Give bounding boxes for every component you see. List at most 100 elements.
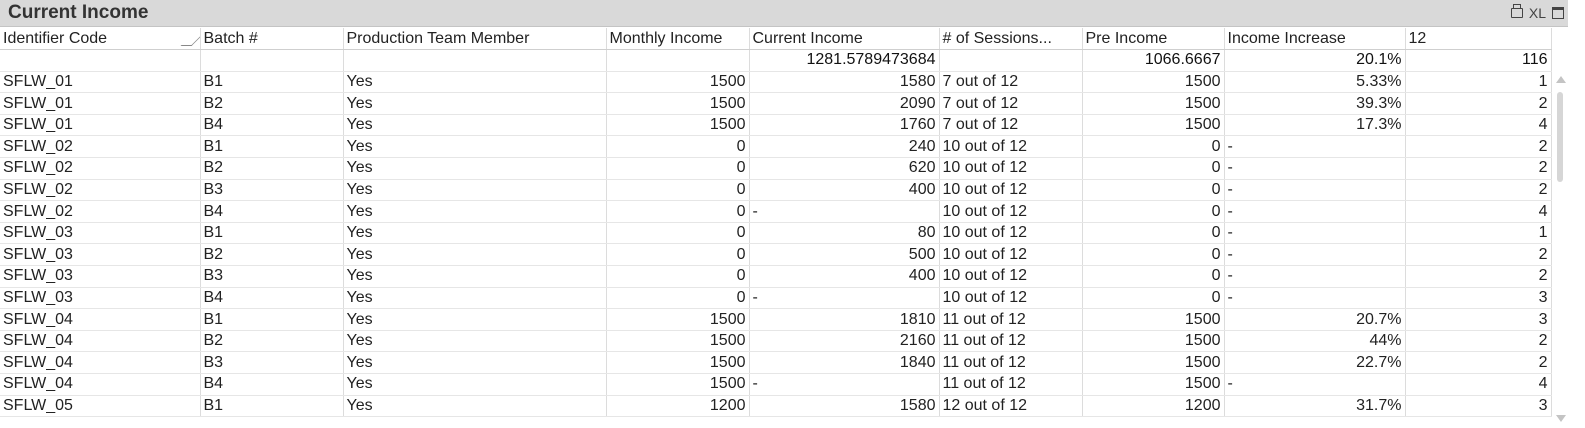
- table-cell[interactable]: Yes: [343, 71, 607, 94]
- table-cell[interactable]: 11 out of 12: [939, 351, 1083, 374]
- table-cell[interactable]: 1500: [1082, 330, 1225, 353]
- table-row[interactable]: SFLW_05 B1 Yes 1200 1580 12 out of 12 1200 31.7…: [0, 395, 1552, 418]
- table-cell[interactable]: 0: [606, 287, 750, 310]
- table-cell[interactable]: 1500: [606, 308, 750, 331]
- table-cell[interactable]: 1500: [606, 373, 750, 396]
- table-cell[interactable]: 10 out of 12: [939, 135, 1083, 159]
- table-cell[interactable]: 1500: [1082, 373, 1225, 396]
- table-cell[interactable]: SFLW_02: [0, 135, 201, 159]
- table-cell[interactable]: 2: [1405, 157, 1552, 180]
- table-cell[interactable]: Yes: [343, 287, 607, 310]
- table-cell[interactable]: -: [749, 373, 940, 396]
- table-cell[interactable]: 0: [606, 179, 750, 202]
- table-cell[interactable]: -: [1224, 287, 1406, 310]
- table-cell[interactable]: 2090: [749, 92, 940, 115]
- table-cell[interactable]: 1840: [749, 351, 940, 374]
- table-row[interactable]: SFLW_03 B2 Yes 0 500 10 out of 12 0-2: [0, 243, 1552, 267]
- table-cell[interactable]: B1: [200, 222, 344, 245]
- table-row[interactable]: SFLW_03 B1 Yes 0 80 10 out of 12 0-1: [0, 222, 1552, 245]
- table-cell[interactable]: 4: [1405, 114, 1552, 137]
- table-row[interactable]: SFLW_04 B2 Yes 1500 2160 11 out of 12 1500 44% 2: [0, 330, 1552, 353]
- table-cell[interactable]: 0: [606, 135, 750, 159]
- table-cell[interactable]: SFLW_02: [0, 179, 201, 202]
- table-cell[interactable]: -: [1224, 200, 1406, 223]
- table-cell[interactable]: -: [1224, 179, 1406, 202]
- scroll-down-icon[interactable]: [1556, 415, 1566, 422]
- table-cell[interactable]: 2: [1405, 330, 1552, 353]
- table-cell[interactable]: 17.3%: [1224, 114, 1406, 137]
- table-cell[interactable]: B1: [200, 71, 344, 94]
- table-cell[interactable]: 1580: [749, 71, 940, 94]
- table-cell[interactable]: SFLW_01: [0, 92, 201, 115]
- table-row[interactable]: SFLW_02 B1 Yes 0 240 10 out of 12 0-2: [0, 135, 1552, 159]
- table-cell[interactable]: 10 out of 12: [939, 200, 1083, 223]
- table-cell[interactable]: -: [749, 287, 940, 310]
- table-cell[interactable]: SFLW_04: [0, 351, 201, 374]
- table-cell[interactable]: -: [1224, 373, 1406, 396]
- table-cell[interactable]: 1500: [606, 330, 750, 353]
- table-cell[interactable]: 0: [606, 243, 750, 267]
- table-cell[interactable]: Yes: [343, 308, 607, 331]
- table-cell[interactable]: 5.33%: [1224, 71, 1406, 94]
- table-cell[interactable]: SFLW_02: [0, 200, 201, 223]
- table-cell[interactable]: Yes: [343, 179, 607, 202]
- table-cell[interactable]: 1500: [1082, 92, 1225, 115]
- table-cell[interactable]: 0: [1082, 287, 1225, 310]
- table-cell[interactable]: 0: [606, 265, 750, 288]
- table-cell[interactable]: 80: [749, 222, 940, 245]
- table-cell[interactable]: 620: [749, 157, 940, 180]
- column-header[interactable]: # of Sessions...: [939, 28, 1083, 51]
- table-cell[interactable]: Yes: [343, 243, 607, 267]
- table-cell[interactable]: Yes: [343, 114, 607, 137]
- scroll-thumb[interactable]: [1557, 92, 1563, 182]
- table-cell[interactable]: 20.7%: [1224, 308, 1406, 331]
- table-cell[interactable]: B2: [200, 243, 344, 267]
- table-cell[interactable]: 2: [1405, 265, 1552, 288]
- table-cell[interactable]: 1500: [1082, 114, 1225, 137]
- column-header[interactable]: 12: [1405, 28, 1552, 51]
- table-cell[interactable]: -: [1224, 243, 1406, 267]
- table-cell[interactable]: 1500: [1082, 351, 1225, 374]
- table-cell[interactable]: 1500: [606, 114, 750, 137]
- table-cell[interactable]: SFLW_03: [0, 222, 201, 245]
- table-cell[interactable]: 7 out of 12: [939, 71, 1083, 94]
- table-row[interactable]: SFLW_04 B1 Yes 1500 1810 11 out of 12 1500 20.7…: [0, 308, 1552, 331]
- table-cell[interactable]: 1200: [1082, 395, 1225, 418]
- table-cell[interactable]: 2160: [749, 330, 940, 353]
- table-cell[interactable]: B4: [200, 373, 344, 396]
- table-cell[interactable]: Yes: [343, 395, 607, 418]
- table-cell[interactable]: 0: [1082, 222, 1225, 245]
- table-cell[interactable]: 0: [606, 200, 750, 223]
- table-cell[interactable]: B1: [200, 308, 344, 331]
- table-cell[interactable]: 12 out of 12: [939, 395, 1083, 418]
- table-cell[interactable]: 0: [1082, 135, 1225, 159]
- table-cell[interactable]: 11 out of 12: [939, 308, 1083, 331]
- table-cell[interactable]: B4: [200, 114, 344, 137]
- table-cell[interactable]: SFLW_05: [0, 395, 201, 418]
- table-cell[interactable]: SFLW_02: [0, 157, 201, 180]
- table-cell[interactable]: 0: [1082, 243, 1225, 267]
- column-header[interactable]: Production Team Member: [343, 28, 607, 51]
- table-cell[interactable]: 7 out of 12: [939, 92, 1083, 115]
- column-header[interactable]: Pre Income: [1082, 28, 1225, 51]
- table-cell[interactable]: 2: [1405, 179, 1552, 202]
- table-cell[interactable]: B1: [200, 395, 344, 418]
- table-row[interactable]: SFLW_01 B4 Yes 1500 1760 7 out of 12 1500 17.3%…: [0, 114, 1552, 137]
- table-cell[interactable]: -: [1224, 135, 1406, 159]
- table-cell[interactable]: 0: [606, 222, 750, 245]
- table-cell[interactable]: 31.7%: [1224, 395, 1406, 418]
- table-cell[interactable]: 3: [1405, 287, 1552, 310]
- vertical-scrollbar[interactable]: [1552, 72, 1568, 426]
- table-cell[interactable]: 3: [1405, 308, 1552, 331]
- table-cell[interactable]: 1760: [749, 114, 940, 137]
- column-header[interactable]: Monthly Income: [606, 28, 750, 51]
- table-cell[interactable]: 3: [1405, 395, 1552, 418]
- table-cell[interactable]: 2: [1405, 135, 1552, 159]
- table-cell[interactable]: Yes: [343, 157, 607, 180]
- table-cell[interactable]: B2: [200, 157, 344, 180]
- table-cell[interactable]: Yes: [343, 330, 607, 353]
- table-cell[interactable]: 10 out of 12: [939, 265, 1083, 288]
- minimize-icon[interactable]: [1552, 7, 1564, 19]
- table-cell[interactable]: 44%: [1224, 330, 1406, 353]
- table-cell[interactable]: -: [749, 200, 940, 223]
